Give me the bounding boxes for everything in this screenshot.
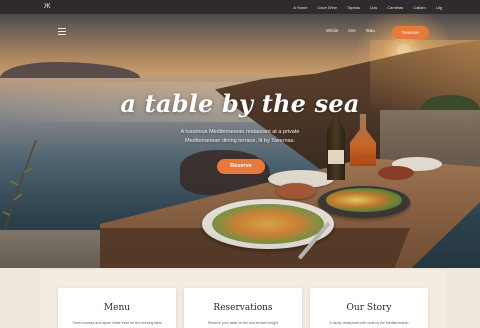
- hero-subtitle-line-2: Mediterranean dining terrace, lit by Tav…: [185, 138, 295, 144]
- nav-link-wine[interactable]: Cave Wine: [317, 5, 337, 10]
- reserve-nav-button[interactable]: Reserve: [392, 26, 429, 39]
- top-navbar: Ж A Home Cave Wine Tapeas Lios Cametas C…: [0, 0, 480, 14]
- card-reservations[interactable]: Reservations Reserve your table on the s…: [184, 288, 302, 328]
- subnav-link-ime[interactable]: Ime: [348, 28, 356, 33]
- card-our-story[interactable]: Our Story A family restaurant with roots…: [310, 288, 428, 328]
- card-text: Three courses and tapas made fresh for t…: [72, 321, 162, 325]
- hero-title: a table by the sea: [120, 89, 360, 118]
- card-title: Reservations: [213, 303, 273, 313]
- nav-link-callam[interactable]: Callam: [413, 5, 425, 10]
- card-title: Our Story: [346, 303, 392, 313]
- logo-icon[interactable]: Ж: [44, 3, 52, 11]
- hamburger-icon[interactable]: [58, 28, 66, 35]
- nav-link-lios[interactable]: Lios: [370, 5, 377, 10]
- top-nav-links: A Home Cave Wine Tapeas Lios Cametas Cal…: [293, 0, 442, 14]
- nav-link-cametas[interactable]: Cametas: [387, 5, 403, 10]
- hero-reserve-button[interactable]: Reserve: [217, 159, 265, 174]
- hero-subtitle-line-1: A luxurious Mediterranean restaurant at …: [180, 129, 300, 135]
- nav-link-lilg[interactable]: Lilg: [436, 5, 442, 10]
- secondary-nav: Wildie Ime Wau: [326, 28, 375, 33]
- subnav-link-wau[interactable]: Wau: [366, 28, 375, 33]
- card-title: Menu: [103, 303, 131, 313]
- card-text: Reserve your table on the sea terrace to…: [207, 321, 279, 325]
- card-text: A family restaurant with roots by the Me…: [329, 321, 409, 325]
- subnav-link-wildie[interactable]: Wildie: [326, 28, 338, 33]
- nav-link-home[interactable]: A Home: [293, 5, 307, 10]
- hero-subtitle: A luxurious Mediterranean restaurant at …: [150, 128, 330, 146]
- nav-link-tapas[interactable]: Tapeas: [347, 5, 360, 10]
- card-menu[interactable]: Menu Three courses and tapas made fresh …: [58, 288, 176, 328]
